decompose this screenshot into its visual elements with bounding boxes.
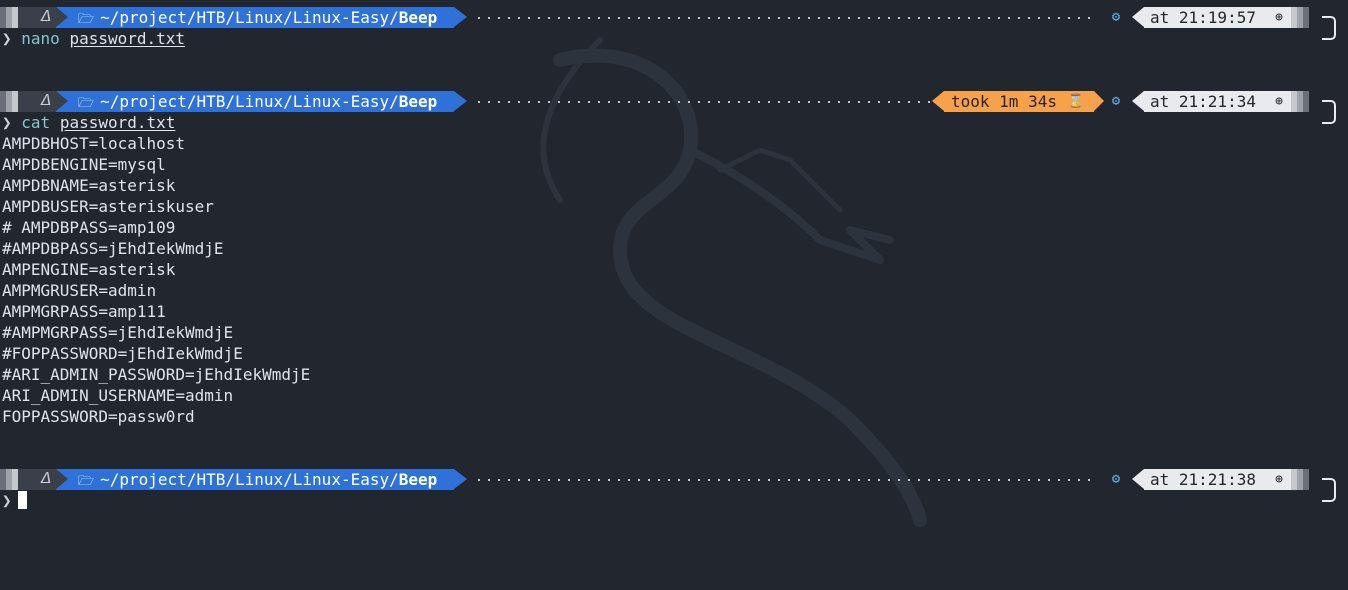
- dir-current: Beep: [398, 470, 438, 489]
- dir-path: ~/project/HTB/Linux/Linux-Easy/: [100, 92, 399, 111]
- os-segment: 𝛥: [18, 469, 56, 490]
- segment-arrow: [932, 91, 944, 111]
- gear-icon: ⚙: [1111, 471, 1121, 487]
- output-line: #AMPDBPASS=jEhdIekWmdjE: [2, 239, 224, 258]
- output-line: AMPDBUSER=asteriskuser: [2, 197, 214, 216]
- folder-icon: 🗁: [78, 474, 95, 489]
- clock-icon: ⊕: [1275, 10, 1283, 25]
- prompt-frame-corner: [1322, 16, 1336, 40]
- output-line: ARI_ADMIN_USERNAME=admin: [2, 386, 234, 405]
- prompt-filler: [474, 17, 1090, 19]
- prompt-caret: ❯: [2, 491, 12, 510]
- command-name: nano: [21, 29, 60, 48]
- command-argument[interactable]: password.txt: [69, 29, 185, 48]
- os-segment: 𝛥: [18, 7, 56, 28]
- dir-segment: 🗁 ~/project/HTB/Linux/Linux-Easy/Beep: [68, 91, 454, 112]
- command-name: cat: [21, 113, 51, 132]
- prompt-frame-corner: [1322, 478, 1336, 502]
- terminal-cursor: [17, 491, 27, 509]
- output-line: AMPENGINE=asterisk: [2, 260, 176, 279]
- segment-arrow: [1132, 7, 1144, 27]
- time-segment: at 21:19:57 ⊕: [1144, 7, 1291, 28]
- prompt-edge-segment: [1303, 91, 1309, 112]
- command-line: ❯ nano password.txt: [2, 28, 185, 49]
- duration-segment: took 1m 34s ⌛: [944, 91, 1094, 112]
- segment-arrow: [454, 91, 467, 111]
- clock-icon: ⊕: [1275, 94, 1283, 109]
- segment-arrow: [56, 7, 68, 27]
- prompt-filler: [474, 101, 930, 103]
- folder-icon: 🗁: [78, 96, 95, 111]
- clock-icon: ⊕: [1275, 472, 1283, 487]
- output-line: AMPMGRPASS=amp111: [2, 302, 166, 321]
- prompt-filler: [474, 479, 1090, 481]
- prompt-frame-corner: [1322, 100, 1336, 124]
- prompt-time: at 21:21:38: [1150, 470, 1256, 489]
- prompt-time: at 21:19:57: [1150, 8, 1256, 27]
- output-line: #ARI_ADMIN_PASSWORD=jEhdIekWmdjE: [2, 365, 311, 384]
- command-line: ❯ cat password.txt: [2, 112, 175, 133]
- kali-icon: 𝛥: [40, 7, 51, 25]
- command-line[interactable]: ❯: [2, 490, 27, 511]
- output-line: AMPDBNAME=asterisk: [2, 176, 176, 195]
- prompt-bar: 𝛥 🗁 ~/project/HTB/Linux/Linux-Easy/Beep ⚙…: [0, 469, 1340, 490]
- dir-path: ~/project/HTB/Linux/Linux-Easy/: [100, 8, 399, 27]
- prompt-time: at 21:21:34: [1150, 92, 1256, 111]
- gear-icon: ⚙: [1111, 93, 1121, 109]
- dir-segment: 🗁 ~/project/HTB/Linux/Linux-Easy/Beep: [68, 7, 454, 28]
- gear-icon: ⚙: [1111, 9, 1121, 25]
- segment-arrow: [454, 469, 467, 489]
- segment-arrow: [1132, 469, 1144, 489]
- dir-path: ~/project/HTB/Linux/Linux-Easy/: [100, 470, 399, 489]
- prompt-caret: ❯: [2, 113, 12, 132]
- prompt-bar: 𝛥 🗁 ~/project/HTB/Linux/Linux-Easy/Beep ⚙…: [0, 7, 1340, 28]
- prompt-edge-segment: [1303, 469, 1309, 490]
- segment-arrow: [56, 469, 68, 489]
- prompt-bar: 𝛥 🗁 ~/project/HTB/Linux/Linux-Easy/Beep t…: [0, 91, 1340, 112]
- segment-arrow: [454, 7, 467, 27]
- dir-current: Beep: [398, 92, 438, 111]
- dir-current: Beep: [398, 8, 438, 27]
- command-duration: took 1m 34s: [951, 92, 1057, 111]
- output-line: # AMPDBPASS=amp109: [2, 218, 176, 237]
- output-line: AMPDBENGINE=mysql: [2, 155, 166, 174]
- output-line: AMPMGRUSER=admin: [2, 281, 157, 300]
- command-argument[interactable]: password.txt: [60, 113, 176, 132]
- segment-arrow: [1094, 91, 1104, 111]
- hourglass-icon: ⌛: [1067, 94, 1084, 109]
- segment-arrow: [1132, 91, 1144, 111]
- output-line: #AMPMGRPASS=jEhdIekWmdjE: [2, 323, 234, 342]
- kali-dragon-watermark: [540, 37, 927, 527]
- output-line: FOPPASSWORD=passw0rd: [2, 407, 195, 426]
- prompt-caret: ❯: [2, 29, 12, 48]
- output-line: #FOPPASSWORD=jEhdIekWmdjE: [2, 344, 243, 363]
- dir-segment: 🗁 ~/project/HTB/Linux/Linux-Easy/Beep: [68, 469, 454, 490]
- time-segment: at 21:21:34 ⊕: [1144, 91, 1291, 112]
- output-line: AMPDBHOST=localhost: [2, 134, 186, 153]
- kali-icon: 𝛥: [40, 469, 51, 487]
- prompt-edge-segment: [1303, 7, 1309, 28]
- time-segment: at 21:21:38 ⊕: [1144, 469, 1291, 490]
- folder-icon: 🗁: [78, 12, 95, 27]
- kali-icon: 𝛥: [40, 91, 51, 109]
- segment-arrow: [56, 91, 68, 111]
- os-segment: 𝛥: [18, 91, 56, 112]
